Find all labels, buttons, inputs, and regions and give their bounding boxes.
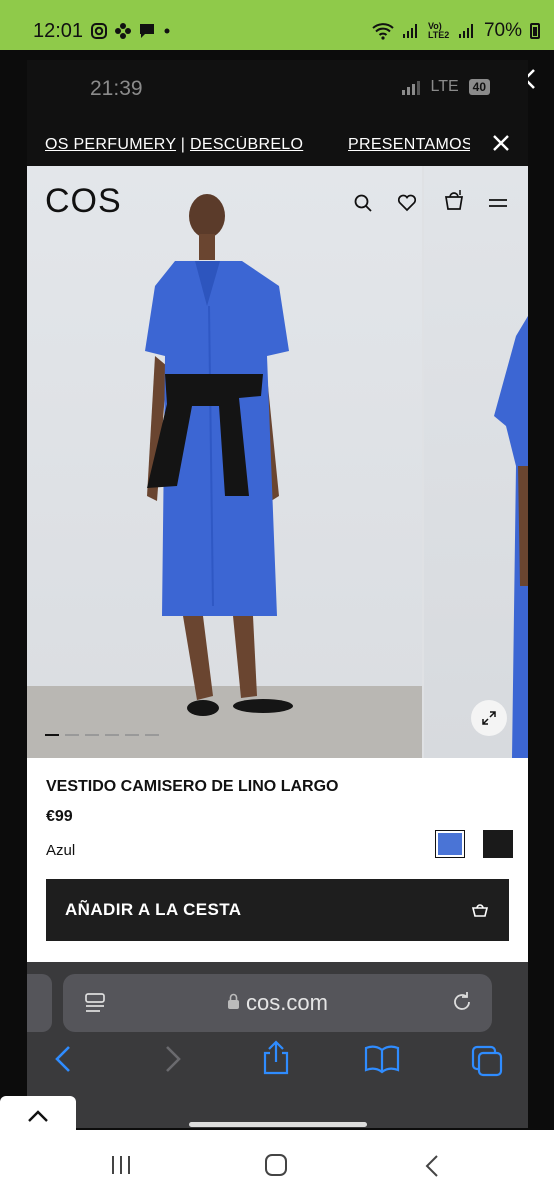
android-status-bar: 12:01 Vo) LTE2 70%	[0, 0, 554, 50]
url-text: cos.com	[246, 990, 328, 1015]
wishlist-button[interactable]	[396, 192, 418, 214]
expand-image-button[interactable]	[471, 700, 507, 736]
product-image	[27, 166, 422, 758]
android-navigation-bar	[0, 1130, 554, 1200]
notification-icons	[90, 22, 172, 40]
share-icon[interactable]	[260, 1040, 292, 1076]
signal-icon	[402, 24, 417, 38]
add-to-cart-label: AÑADIR A LA CESTA	[65, 900, 242, 919]
gallery-dot	[65, 734, 79, 736]
inner-status-bar: 21:39 LTE 40	[27, 60, 528, 116]
battery-percent: 70%	[483, 20, 522, 41]
product-gallery[interactable]: COS	[27, 166, 528, 758]
add-to-cart-button[interactable]: AÑADIR A LA CESTA	[46, 879, 509, 941]
product-info: VESTIDO CAMISERO DE LINO LARGO €99 Azul …	[27, 758, 528, 962]
product-price: €99	[46, 808, 73, 825]
lock-icon	[228, 993, 240, 1009]
gallery-dot	[85, 734, 99, 736]
forward-arrow-icon[interactable]	[163, 1044, 183, 1074]
home-icon[interactable]	[264, 1154, 288, 1176]
selected-color-label: Azul	[46, 842, 76, 859]
gallery-dot	[145, 734, 159, 736]
status-time: 12:01	[33, 20, 84, 42]
shopping-bag-icon	[444, 190, 464, 210]
tabs-icon[interactable]	[470, 1044, 504, 1078]
expand-icon	[482, 711, 496, 725]
back-icon[interactable]	[424, 1154, 440, 1178]
cos-logo[interactable]: COS	[45, 182, 122, 221]
promo-banner: OS PERFUMERY | DESCÚBRELO PRESENTAMOS	[27, 116, 528, 166]
reload-icon[interactable]	[450, 990, 474, 1014]
chevron-up-icon	[28, 1110, 48, 1122]
cell-signal-icon	[402, 79, 421, 95]
hamburger-menu-icon	[489, 199, 507, 207]
url-display: cos.com	[63, 990, 492, 1016]
flower-icon	[115, 23, 131, 39]
previous-tab-preview[interactable]	[27, 974, 52, 1032]
heart-icon	[397, 194, 417, 212]
safari-toolbar: cos.com	[27, 962, 528, 1128]
promo-close-button[interactable]	[492, 133, 510, 157]
network-label: Vo) LTE2	[427, 21, 450, 40]
menu-button[interactable]	[487, 192, 509, 214]
battery-badge: 40	[468, 79, 490, 95]
promo-separator: |	[176, 136, 190, 153]
gallery-dot	[105, 734, 119, 736]
address-bar[interactable]: cos.com	[63, 974, 492, 1032]
battery-icon	[530, 23, 540, 39]
expand-sheet-button[interactable]	[0, 1096, 76, 1136]
bag-button[interactable]	[442, 188, 464, 210]
model-figure-partial	[494, 316, 528, 758]
wifi-icon	[372, 23, 394, 40]
search-icon	[354, 194, 372, 212]
home-indicator	[189, 1122, 367, 1127]
dot-icon	[164, 28, 170, 34]
inner-time: 21:39	[90, 77, 143, 100]
product-name: VESTIDO CAMISERO DE LINO LARGO	[46, 778, 339, 795]
status-right: Vo) LTE2 70%	[372, 20, 540, 42]
instagram-icon	[91, 23, 107, 39]
gallery-indicator	[45, 734, 159, 736]
recent-apps-icon[interactable]	[110, 1154, 132, 1176]
search-button[interactable]	[352, 192, 374, 214]
color-swatch-blue[interactable]	[435, 830, 465, 858]
inner-status-right: LTE 40	[402, 78, 490, 96]
back-arrow-icon[interactable]	[53, 1044, 73, 1074]
model-figure	[145, 194, 293, 716]
gallery-dot	[45, 734, 59, 736]
inner-network: LTE	[430, 78, 459, 95]
shared-screenshot: 21:39 LTE 40 OS PERFUMERY | DESCÚBRELO P…	[27, 60, 528, 1128]
basket-icon	[471, 904, 489, 917]
promo-link-perfumery[interactable]: OS PERFUMERY	[45, 136, 176, 153]
message-icon	[140, 24, 154, 38]
signal-icon-2	[458, 24, 473, 38]
promo-link-presenting[interactable]: PRESENTAMOS	[348, 136, 470, 153]
next-product-image[interactable]	[424, 166, 528, 758]
color-swatch-black[interactable]	[483, 830, 513, 858]
swatch-fill	[438, 833, 462, 855]
bookmarks-icon[interactable]	[363, 1044, 401, 1074]
promo-text[interactable]: OS PERFUMERY | DESCÚBRELO PRESENTAMOS	[45, 136, 470, 154]
close-icon	[493, 135, 509, 151]
promo-link-discover[interactable]: DESCÚBRELO	[190, 136, 303, 153]
gallery-dot	[125, 734, 139, 736]
